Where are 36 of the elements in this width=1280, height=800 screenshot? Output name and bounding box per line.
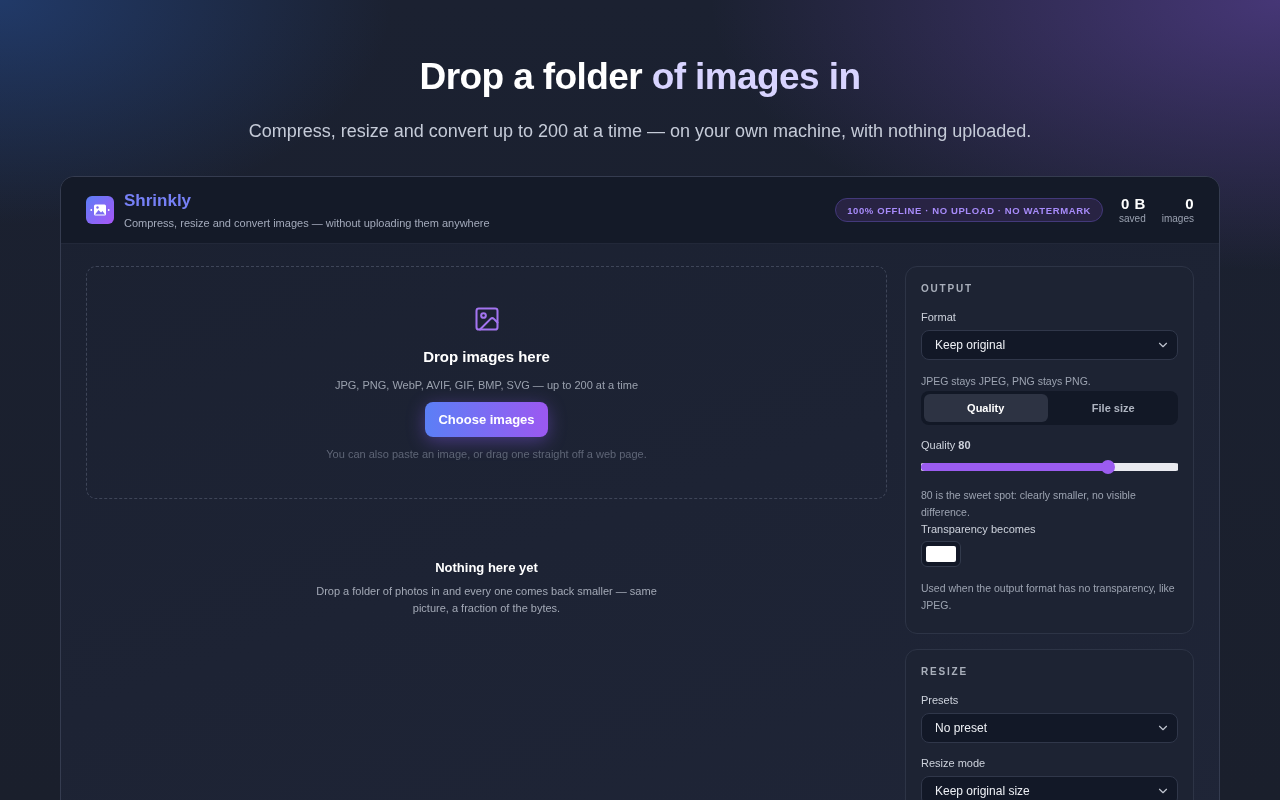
quality-slider[interactable] (921, 460, 1178, 474)
panel-heading: OUTPUT (921, 283, 974, 295)
image-icon (472, 305, 501, 333)
stat-value: 0 (1185, 195, 1194, 213)
panel-heading: RESIZE (921, 666, 969, 678)
app-name: Shrinkly (124, 190, 193, 211)
app-tagline: Compress, resize and convert images — without uploading them anywhere (124, 215, 490, 230)
field-label: Transparency becomes (921, 522, 1037, 536)
hero-title: Drop a folder of images in (419, 55, 861, 99)
logo-icon (86, 196, 114, 224)
hint-text: 80 is the sweet spot: clearly smaller, no visible difference. (921, 488, 1137, 520)
empty-state-title: Nothing here yet (435, 559, 538, 577)
stat-label: images (1161, 213, 1194, 225)
hint-text: JPEG stays JPEG, PNG stays PNG. (921, 374, 1092, 389)
dropdown-field[interactable]: No preset (921, 713, 1178, 743)
field-label: Resize mode (921, 756, 987, 770)
empty-state-text: Drop a folder of photos in and every one comes back smaller — same picture, a fraction of the bytes. (315, 584, 658, 616)
stat-label: saved (1119, 213, 1146, 225)
formats-text: JPG, PNG, WebP, AVIF, GIF, BMP, SVG — up to 200 at a time (334, 378, 638, 393)
paste-note: You can also paste an image, or drag one straight off a web page. (326, 447, 647, 462)
hint-text: Used when the output format has no transparency, like JPEG. (921, 581, 1176, 613)
field-label: Format (921, 310, 957, 324)
dropdown-field[interactable]: Keep original size (921, 776, 1178, 800)
color-picker[interactable] (921, 541, 961, 567)
offline-badge: 100% OFFLINE · NO UPLOAD · NO WATERMARK (835, 198, 1104, 222)
stat-value: 0 B (1120, 195, 1146, 213)
dropdown-field[interactable]: Keep original (921, 330, 1178, 360)
hero-subtitle: Compress, resize and convert up to 200 at a time — on your own machine, with nothing uploaded. (248, 120, 1032, 143)
slider-thumb[interactable] (1100, 460, 1115, 474)
mode-tab[interactable]: Quality (924, 394, 1048, 422)
drop-title: Drop images here (423, 347, 550, 367)
mode-tab[interactable]: File size (1051, 394, 1175, 422)
drop-zone[interactable]: Drop images here JPG, PNG, WebP, AVIF, GIF, BMP, SVG — up to 200 at a time Choose images You can also paste an image, or drag one straight off a web page. (86, 266, 887, 499)
field-label: Presets (921, 693, 960, 707)
slider-label: Quality 80 (921, 438, 972, 452)
choose-images-button[interactable]: Choose images (425, 402, 548, 437)
